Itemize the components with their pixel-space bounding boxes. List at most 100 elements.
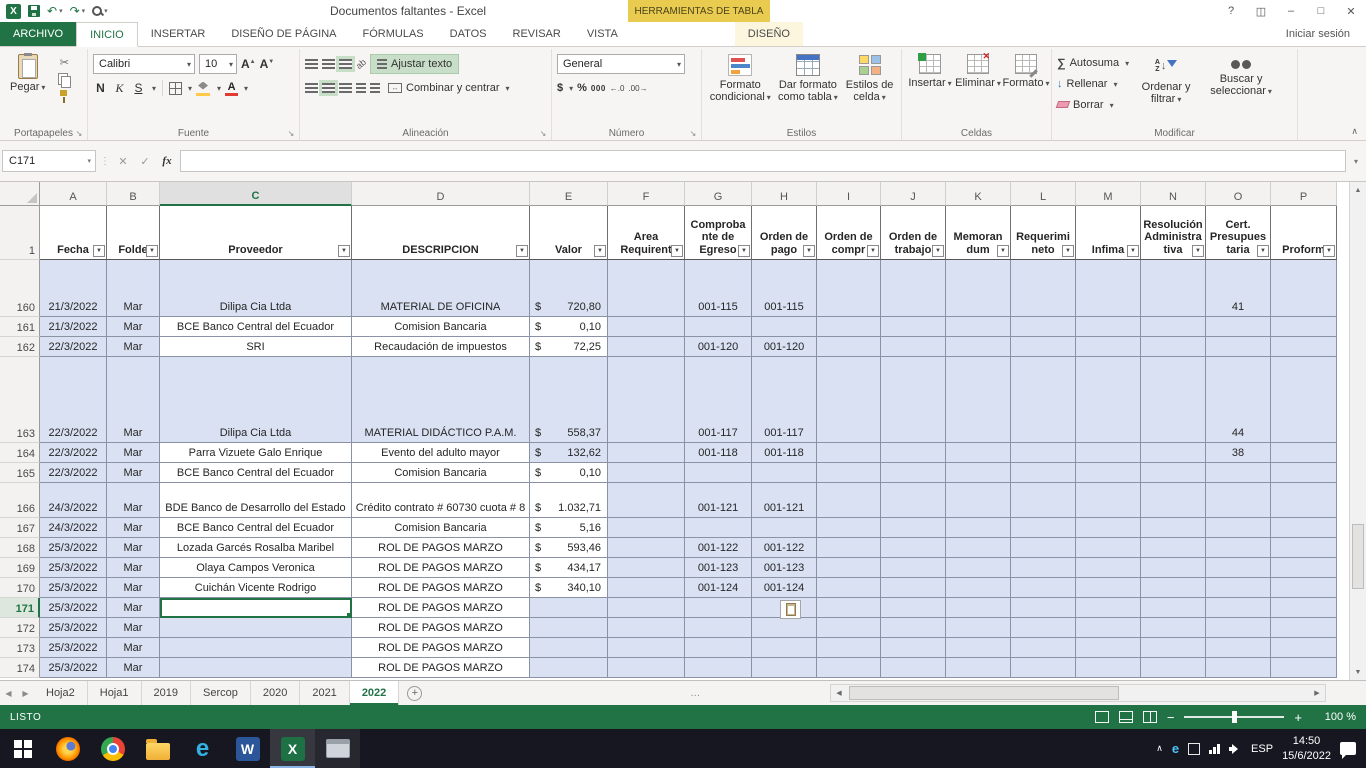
fill-handle[interactable] — [346, 612, 351, 617]
fill-dropdown-icon[interactable] — [1111, 78, 1117, 90]
cell-O162[interactable] — [1206, 337, 1271, 357]
new-sheet-button[interactable]: + — [407, 686, 422, 701]
cell-K171[interactable] — [946, 598, 1011, 618]
cell-O170[interactable] — [1206, 578, 1271, 598]
cell-J167[interactable] — [881, 518, 946, 538]
cell-D169[interactable]: ROL DE PAGOS MARZO — [352, 558, 530, 578]
row-header-171[interactable]: 171 — [0, 598, 40, 618]
column-header-E[interactable]: E — [530, 182, 608, 206]
redo-dropdown-icon[interactable]: ▾ — [82, 7, 86, 15]
cell-O167[interactable] — [1206, 518, 1271, 538]
cell-M170[interactable] — [1076, 578, 1141, 598]
cell-N169[interactable] — [1141, 558, 1206, 578]
header-cell-M[interactable]: Infima▼ — [1076, 206, 1141, 260]
network-icon[interactable] — [1209, 743, 1220, 754]
cell-E163[interactable]: $558,37 — [530, 357, 608, 443]
cell-J171[interactable] — [881, 598, 946, 618]
align-center-icon[interactable] — [322, 83, 335, 93]
cell-F162[interactable] — [608, 337, 685, 357]
cell-N161[interactable] — [1141, 317, 1206, 337]
cell-K167[interactable] — [946, 518, 1011, 538]
maximize-button[interactable]: □ — [1306, 0, 1336, 22]
row-header-172[interactable]: 172 — [0, 618, 40, 638]
decrease-decimal-icon[interactable]: .00→ — [628, 84, 647, 93]
zoom-slider-thumb[interactable] — [1232, 711, 1237, 723]
cell-L168[interactable] — [1011, 538, 1076, 558]
taskbar-edge[interactable]: e — [180, 729, 225, 768]
fill-color-dropdown-icon[interactable] — [215, 82, 221, 94]
number-format-select[interactable]: General — [557, 54, 685, 74]
cell-styles-dropdown-icon[interactable] — [880, 91, 886, 103]
cell-F160[interactable] — [608, 260, 685, 317]
cell-A164[interactable]: 22/3/2022 — [40, 443, 107, 463]
cell-C162[interactable]: SRI — [160, 337, 352, 357]
underline-dropdown-icon[interactable] — [150, 82, 156, 94]
qat-customize-icon[interactable]: ▾ — [104, 7, 108, 15]
cell-E160[interactable]: $720,80 — [530, 260, 608, 317]
cell-B172[interactable]: Mar — [107, 618, 160, 638]
cell-L161[interactable] — [1011, 317, 1076, 337]
cell-C164[interactable]: Parra Vizuete Galo Enrique — [160, 443, 352, 463]
tab-inicio[interactable]: INICIO — [76, 22, 138, 47]
cell-N167[interactable] — [1141, 518, 1206, 538]
cell-I173[interactable] — [817, 638, 881, 658]
cell-I172[interactable] — [817, 618, 881, 638]
cell-N170[interactable] — [1141, 578, 1206, 598]
cell-A174[interactable]: 25/3/2022 — [40, 658, 107, 678]
tab-insertar[interactable]: INSERTAR — [138, 22, 219, 46]
cell-G165[interactable] — [685, 463, 752, 483]
row-header-167[interactable]: 167 — [0, 518, 40, 538]
filter-icon[interactable]: ▼ — [594, 245, 606, 257]
cell-P167[interactable] — [1271, 518, 1337, 538]
column-header-N[interactable]: N — [1141, 182, 1206, 206]
cell-D162[interactable]: Recaudación de impuestos — [352, 337, 530, 357]
cell-D165[interactable]: Comision Bancaria — [352, 463, 530, 483]
cell-K173[interactable] — [946, 638, 1011, 658]
cell-E172[interactable] — [530, 618, 608, 638]
cell-I162[interactable] — [817, 337, 881, 357]
cell-G171[interactable] — [685, 598, 752, 618]
cell-G167[interactable] — [685, 518, 752, 538]
cell-A165[interactable]: 22/3/2022 — [40, 463, 107, 483]
cell-O165[interactable] — [1206, 463, 1271, 483]
cell-G164[interactable]: 001-118 — [685, 443, 752, 463]
column-header-I[interactable]: I — [817, 182, 881, 206]
tab-archivo[interactable]: ARCHIVO — [0, 22, 76, 46]
cell-L170[interactable] — [1011, 578, 1076, 598]
header-cell-N[interactable]: Resolución Administra tiva▼ — [1141, 206, 1206, 260]
cell-C167[interactable]: BCE Banco Central del Ecuador — [160, 518, 352, 538]
cell-C166[interactable]: BDE Banco de Desarrollo del Estado — [160, 483, 352, 518]
header-cell-O[interactable]: Cert. Presupues taria▼ — [1206, 206, 1271, 260]
sign-in-link[interactable]: Iniciar sesión — [1286, 22, 1366, 46]
autosum-button[interactable]: ∑Autosuma — [1057, 53, 1129, 72]
font-size-select[interactable]: 10 — [199, 54, 237, 74]
cell-H161[interactable] — [752, 317, 817, 337]
cell-A170[interactable]: 25/3/2022 — [40, 578, 107, 598]
sheet-tab-2019[interactable]: 2019 — [142, 681, 191, 705]
align-top-icon[interactable] — [305, 59, 318, 69]
cell-O169[interactable] — [1206, 558, 1271, 578]
tray-expand-icon[interactable]: ∧ — [1156, 743, 1163, 754]
cell-N166[interactable] — [1141, 483, 1206, 518]
cell-H162[interactable]: 001-120 — [752, 337, 817, 357]
cell-B169[interactable]: Mar — [107, 558, 160, 578]
cell-P170[interactable] — [1271, 578, 1337, 598]
align-right-icon[interactable] — [339, 83, 352, 93]
cell-I160[interactable] — [817, 260, 881, 317]
cell-G169[interactable]: 001-123 — [685, 558, 752, 578]
comma-style-icon[interactable]: 000 — [591, 84, 606, 93]
merge-dropdown-icon[interactable] — [504, 82, 510, 94]
cell-P162[interactable] — [1271, 337, 1337, 357]
cell-H163[interactable]: 001-117 — [752, 357, 817, 443]
column-header-D[interactable]: D — [352, 182, 530, 206]
cell-D166[interactable]: Crédito contrato # 60730 cuota # 8 — [352, 483, 530, 518]
row-header-174[interactable]: 174 — [0, 658, 40, 678]
cell-L167[interactable] — [1011, 518, 1076, 538]
save-icon[interactable] — [28, 5, 40, 17]
tab-datos[interactable]: DATOS — [437, 22, 500, 46]
cell-L162[interactable] — [1011, 337, 1076, 357]
cell-J169[interactable] — [881, 558, 946, 578]
find-select-button[interactable]: Buscar y seleccionar — [1203, 52, 1279, 125]
insert-dropdown-icon[interactable] — [946, 77, 952, 89]
align-left-icon[interactable] — [305, 83, 318, 93]
